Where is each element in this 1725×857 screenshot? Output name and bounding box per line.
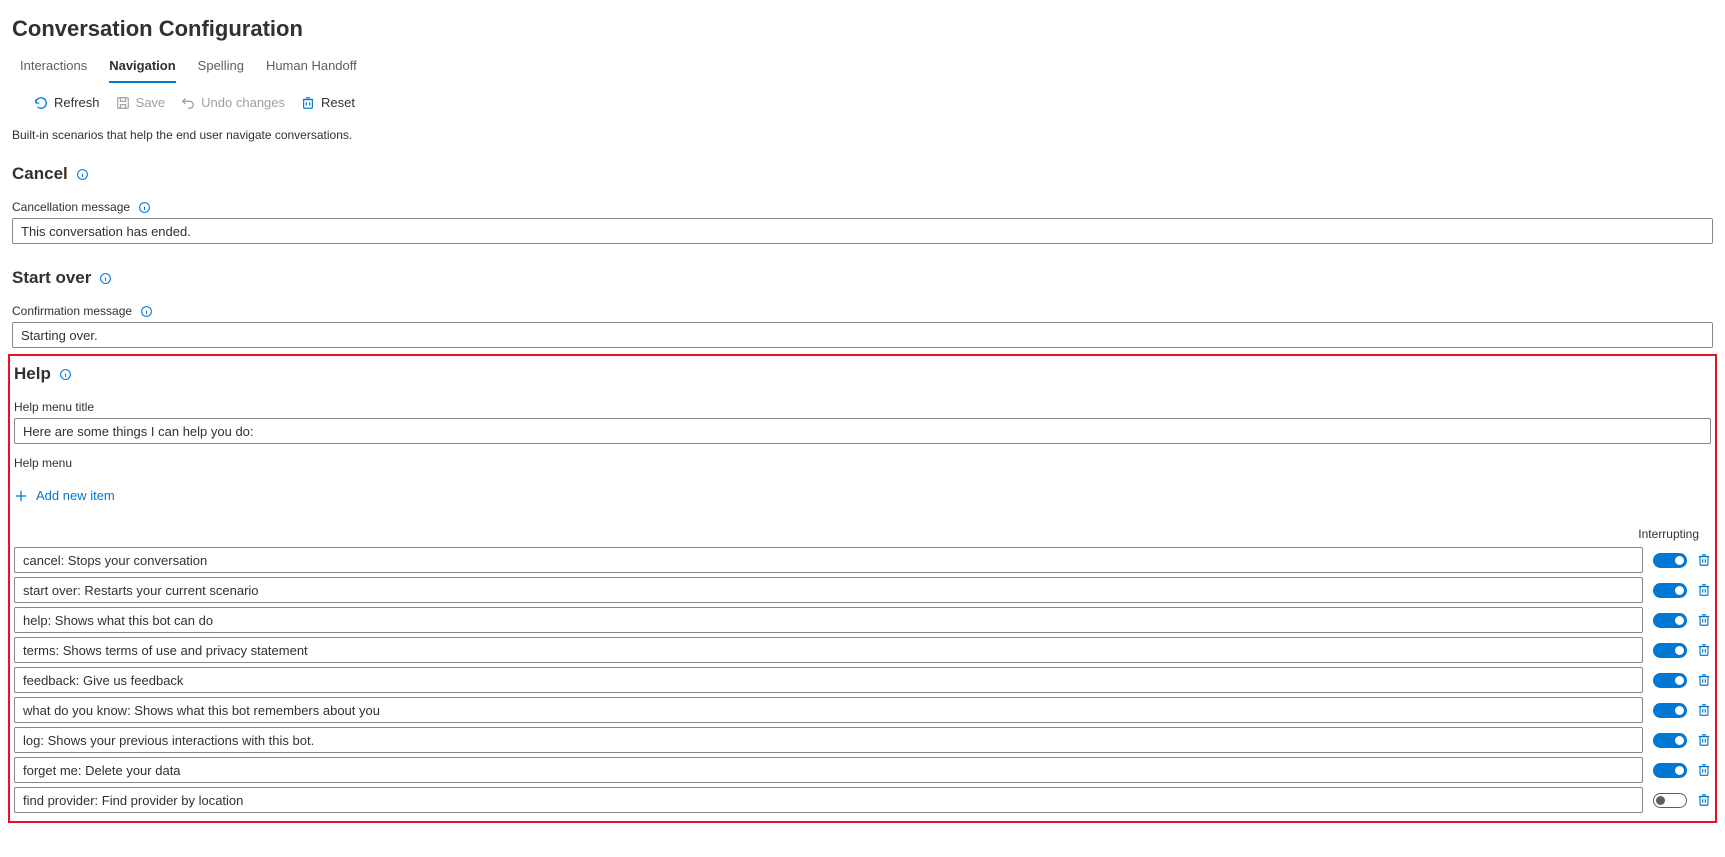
tab-spelling[interactable]: Spelling xyxy=(198,58,244,83)
help-section-highlight: Help Help menu title Help menu Add new i… xyxy=(8,354,1717,823)
plus-icon xyxy=(14,489,28,503)
help-menu-row xyxy=(10,785,1715,815)
help-menu-item-input[interactable] xyxy=(14,787,1643,813)
delete-icon[interactable] xyxy=(1697,763,1711,777)
info-icon[interactable] xyxy=(99,272,112,285)
help-menu-item-input[interactable] xyxy=(14,637,1643,663)
save-icon xyxy=(116,96,130,110)
refresh-button[interactable]: Refresh xyxy=(34,95,100,110)
interrupting-column-header: Interrupting xyxy=(10,527,1715,541)
help-menu-label: Help menu xyxy=(14,456,1711,470)
help-menu-title-label: Help menu title xyxy=(14,400,1711,414)
help-menu-item-input[interactable] xyxy=(14,727,1643,753)
help-menu-title-input[interactable] xyxy=(14,418,1711,444)
page-title: Conversation Configuration xyxy=(12,16,1713,42)
info-icon[interactable] xyxy=(140,305,153,318)
refresh-label: Refresh xyxy=(54,95,100,110)
toolbar: Refresh Save Undo changes Reset xyxy=(8,95,1717,110)
reset-icon xyxy=(301,96,315,110)
undo-label: Undo changes xyxy=(201,95,285,110)
delete-icon[interactable] xyxy=(1697,703,1711,717)
undo-button: Undo changes xyxy=(181,95,285,110)
description-text: Built-in scenarios that help the end use… xyxy=(12,128,1713,142)
help-menu-item-input[interactable] xyxy=(14,547,1643,573)
delete-icon[interactable] xyxy=(1697,643,1711,657)
tabs-bar: Interactions Navigation Spelling Human H… xyxy=(8,58,1717,89)
add-new-item-button[interactable]: Add new item xyxy=(14,488,115,503)
help-title-text: Help xyxy=(14,364,51,384)
tab-interactions[interactable]: Interactions xyxy=(20,58,87,83)
info-icon[interactable] xyxy=(76,168,89,181)
confirmation-message-input[interactable] xyxy=(12,322,1713,348)
interrupting-toggle[interactable] xyxy=(1653,673,1687,688)
delete-icon[interactable] xyxy=(1697,673,1711,687)
reset-button[interactable]: Reset xyxy=(301,95,355,110)
save-label: Save xyxy=(136,95,166,110)
help-menu-row xyxy=(10,755,1715,785)
help-menu-row xyxy=(10,665,1715,695)
help-menu-row xyxy=(10,605,1715,635)
tab-navigation[interactable]: Navigation xyxy=(109,58,175,83)
reset-label: Reset xyxy=(321,95,355,110)
help-menu-row xyxy=(10,545,1715,575)
undo-icon xyxy=(181,96,195,110)
delete-icon[interactable] xyxy=(1697,583,1711,597)
add-new-item-label: Add new item xyxy=(36,488,115,503)
help-menu-item-input[interactable] xyxy=(14,697,1643,723)
help-menu-row xyxy=(10,575,1715,605)
interrupting-toggle[interactable] xyxy=(1653,703,1687,718)
help-section-header: Help xyxy=(14,364,1711,384)
help-menu-row xyxy=(10,725,1715,755)
interrupting-toggle[interactable] xyxy=(1653,583,1687,598)
delete-icon[interactable] xyxy=(1697,553,1711,567)
tab-human-handoff[interactable]: Human Handoff xyxy=(266,58,357,83)
interrupting-toggle[interactable] xyxy=(1653,763,1687,778)
interrupting-toggle[interactable] xyxy=(1653,733,1687,748)
help-menu-item-input[interactable] xyxy=(14,757,1643,783)
interrupting-toggle[interactable] xyxy=(1653,613,1687,628)
help-menu-item-input[interactable] xyxy=(14,667,1643,693)
confirmation-message-label: Confirmation message xyxy=(12,304,1713,318)
delete-icon[interactable] xyxy=(1697,733,1711,747)
interrupting-toggle[interactable] xyxy=(1653,793,1687,808)
help-menu-row xyxy=(10,635,1715,665)
cancellation-message-input[interactable] xyxy=(12,218,1713,244)
save-button: Save xyxy=(116,95,166,110)
cancel-section-header: Cancel xyxy=(12,164,1713,184)
help-menu-row xyxy=(10,695,1715,725)
info-icon[interactable] xyxy=(138,201,151,214)
info-icon[interactable] xyxy=(59,368,72,381)
delete-icon[interactable] xyxy=(1697,613,1711,627)
help-menu-item-input[interactable] xyxy=(14,607,1643,633)
startover-section-header: Start over xyxy=(12,268,1713,288)
delete-icon[interactable] xyxy=(1697,793,1711,807)
refresh-icon xyxy=(34,96,48,110)
help-menu-item-input[interactable] xyxy=(14,577,1643,603)
startover-title-text: Start over xyxy=(12,268,91,288)
cancel-title-text: Cancel xyxy=(12,164,68,184)
cancellation-message-label: Cancellation message xyxy=(12,200,1713,214)
interrupting-toggle[interactable] xyxy=(1653,643,1687,658)
interrupting-toggle[interactable] xyxy=(1653,553,1687,568)
